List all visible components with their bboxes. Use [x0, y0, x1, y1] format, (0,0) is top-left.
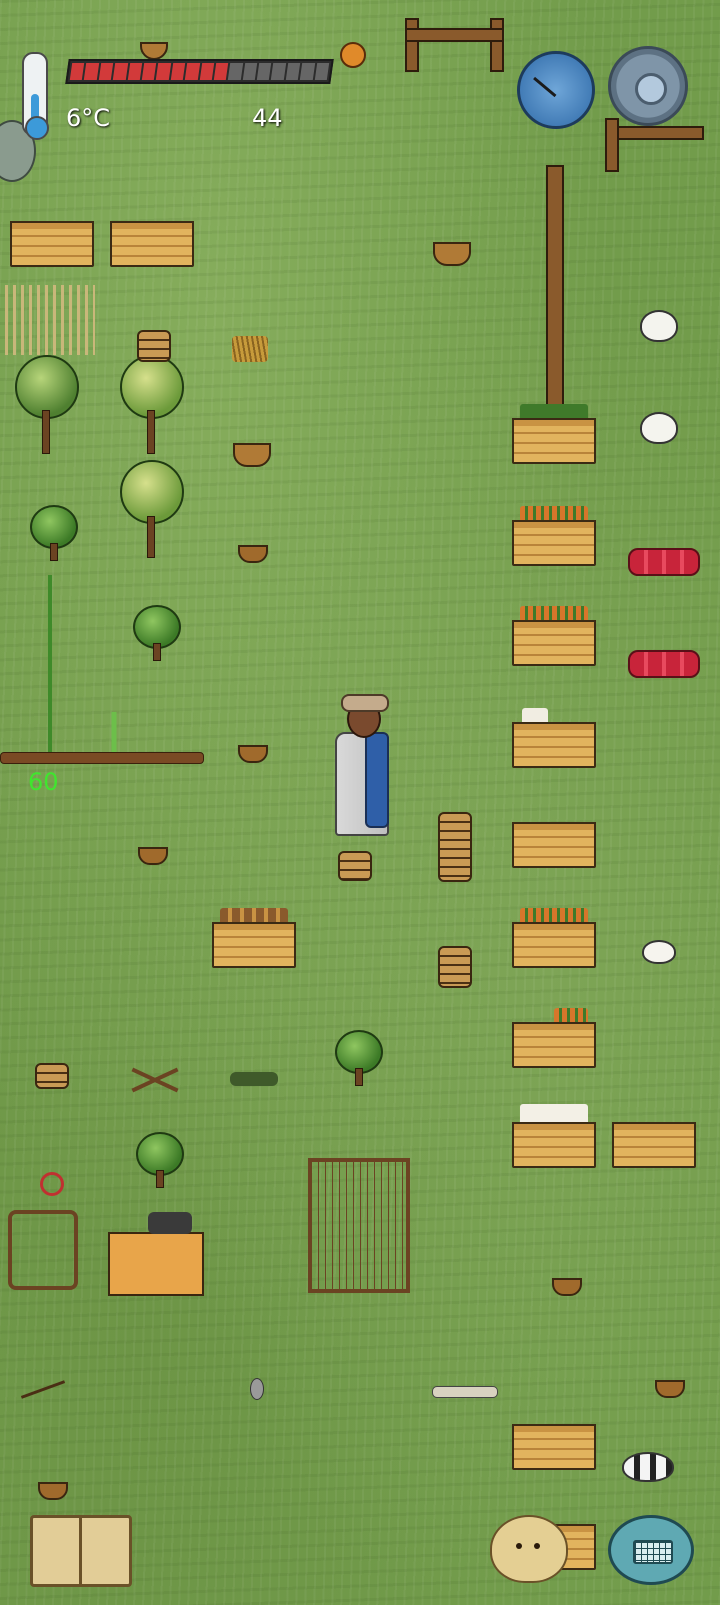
- temperature-label: 6°C: [66, 104, 111, 132]
- bowl[interactable]: [552, 1278, 582, 1296]
- food-pip: [184, 63, 200, 80]
- food-pip: [271, 63, 287, 80]
- basket-stack[interactable]: [137, 330, 171, 362]
- food-pip: [69, 63, 85, 80]
- sewing-machine-head[interactable]: [148, 1212, 192, 1234]
- carrot-crate[interactable]: [512, 404, 596, 464]
- player-cloak: [365, 732, 389, 828]
- food-pip: [199, 63, 215, 80]
- bowl[interactable]: [38, 1482, 68, 1500]
- gooseberry-bush[interactable]: [335, 1030, 385, 1086]
- bowl[interactable]: [238, 545, 268, 563]
- keyboard-icon[interactable]: [608, 1515, 694, 1585]
- food-pip: [285, 63, 301, 80]
- tool-crate[interactable]: [612, 1122, 696, 1168]
- stone[interactable]: [250, 1378, 264, 1400]
- meat-skewer[interactable]: [628, 548, 700, 576]
- basket[interactable]: [433, 242, 471, 266]
- food-pip: [112, 63, 128, 80]
- plate-stack[interactable]: [438, 946, 472, 988]
- wheat-patch[interactable]: [5, 285, 95, 355]
- crate[interactable]: [512, 822, 596, 868]
- fruit-tree[interactable]: [115, 458, 185, 558]
- goose[interactable]: [640, 412, 678, 444]
- fruit-tree[interactable]: [115, 350, 185, 455]
- food-pip: [141, 63, 157, 80]
- book-icon[interactable]: [30, 1515, 132, 1587]
- fence-post-right[interactable]: [605, 118, 619, 172]
- food-pip: [170, 63, 186, 80]
- berry-bush[interactable]: [10, 350, 80, 455]
- food-pip: [127, 63, 143, 80]
- cow[interactable]: [622, 1452, 674, 1482]
- gooseberry-bush[interactable]: [136, 1132, 186, 1188]
- food-pip: [98, 63, 114, 80]
- bowl[interactable]: [655, 1380, 685, 1398]
- basket-crate[interactable]: [212, 908, 296, 968]
- thermometer-icon: [22, 52, 49, 140]
- spinning-wheel[interactable]: [8, 1210, 78, 1290]
- goose[interactable]: [640, 310, 678, 342]
- yum-count: 44: [252, 104, 283, 132]
- player-character[interactable]: [335, 694, 391, 850]
- tilled-row[interactable]: [0, 752, 204, 764]
- carrot-crate[interactable]: [512, 1008, 596, 1068]
- game-world[interactable]: [0, 0, 720, 1605]
- food-pip: [314, 63, 330, 80]
- food-pip: [213, 63, 229, 80]
- plate-stack[interactable]: [35, 1063, 69, 1089]
- meat-skewer[interactable]: [628, 650, 700, 678]
- compass-icon[interactable]: [517, 51, 595, 129]
- crate[interactable]: [110, 221, 194, 267]
- crate[interactable]: [10, 221, 94, 267]
- food-pip: [242, 63, 258, 80]
- gear-icon[interactable]: [608, 46, 688, 126]
- player-hat: [341, 694, 389, 712]
- food-pip: [300, 63, 315, 80]
- fence-post-vertical[interactable]: [546, 165, 564, 419]
- crate[interactable]: [512, 1424, 596, 1470]
- emote-face-icon[interactable]: [490, 1515, 568, 1583]
- bowl[interactable]: [238, 745, 268, 763]
- gooseberry-bush[interactable]: [30, 505, 80, 561]
- wool-crate[interactable]: [512, 1104, 596, 1168]
- food-bar: [65, 59, 334, 84]
- food-pip: [256, 63, 272, 80]
- lamb[interactable]: [642, 940, 676, 964]
- bowl[interactable]: [138, 847, 168, 865]
- food-pip: [228, 63, 243, 80]
- log[interactable]: [432, 1386, 498, 1398]
- basket[interactable]: [140, 42, 168, 60]
- age-label: 60: [28, 768, 59, 796]
- wool-crate[interactable]: [512, 708, 596, 768]
- rope-coil[interactable]: [40, 1172, 64, 1196]
- gooseberry-bush[interactable]: [133, 605, 183, 661]
- plate-stack[interactable]: [338, 851, 372, 881]
- fence-rail-right[interactable]: [605, 126, 704, 140]
- onion-sprout[interactable]: [102, 712, 126, 752]
- branch[interactable]: [20, 1380, 66, 1399]
- wheat-sheaf[interactable]: [232, 336, 268, 362]
- carrot-crate[interactable]: [512, 506, 596, 566]
- fence-rail-top[interactable]: [405, 28, 504, 42]
- basket[interactable]: [233, 443, 271, 467]
- fence-post-top[interactable]: [490, 18, 504, 72]
- fence-post-top[interactable]: [405, 18, 419, 72]
- food-pip: [156, 63, 171, 80]
- corn-plant[interactable]: [30, 575, 70, 755]
- plate-stack[interactable]: [438, 812, 472, 882]
- loom[interactable]: [308, 1158, 410, 1293]
- sewing-machine[interactable]: [108, 1232, 204, 1296]
- reed-bundle[interactable]: [230, 1072, 278, 1086]
- fruit[interactable]: [340, 42, 366, 68]
- carrot-crate[interactable]: [512, 908, 596, 968]
- carrot-crate[interactable]: [512, 606, 596, 666]
- food-pip: [84, 63, 99, 80]
